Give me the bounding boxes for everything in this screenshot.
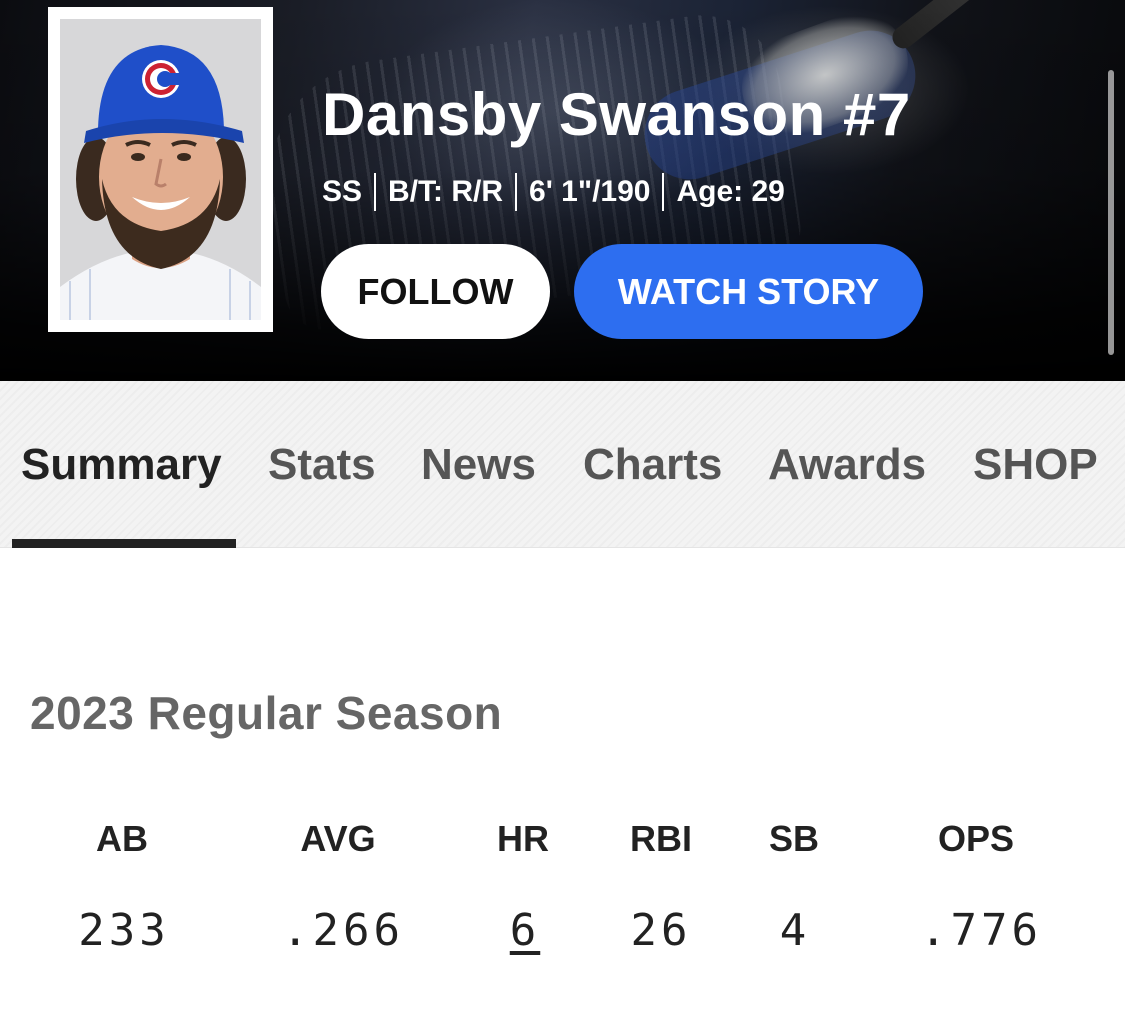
stat-value-sb: 4 <box>779 905 811 956</box>
stat-header-rbi: RBI <box>630 818 692 859</box>
player-headshot <box>60 19 261 320</box>
player-hero: Dansby Swanson #7 SS B/T: R/R 6' 1"/190 … <box>0 0 1125 381</box>
player-bats-throws: B/T: R/R <box>388 175 504 208</box>
season-title: 2023 Regular Season <box>30 687 503 739</box>
stat-header-ops: OPS <box>937 818 1015 859</box>
bio-divider <box>515 173 518 211</box>
tab-news[interactable]: News <box>421 440 536 490</box>
stat-header-sb: SB <box>768 818 820 859</box>
stat-header-ab: AB <box>96 818 148 859</box>
tab-bar: Summary Stats News Charts Awards SHOP <box>0 381 1125 548</box>
stat-value-rbi: 26 <box>630 905 692 956</box>
bio-divider <box>374 173 377 211</box>
stat-header-avg: AVG <box>300 818 376 859</box>
stat-value-ab: 233 <box>78 905 170 956</box>
stat-value-avg: .266 <box>282 905 404 956</box>
player-headshot-illustration <box>60 45 261 320</box>
stat-header-hr: HR <box>497 818 549 859</box>
scrollbar[interactable] <box>1108 70 1114 355</box>
watch-story-button[interactable]: WATCH STORY <box>574 244 923 339</box>
stat-value-ops: .776 <box>920 905 1042 956</box>
tab-stats[interactable]: Stats <box>268 440 376 490</box>
player-position: SS <box>322 175 363 208</box>
player-age: Age: 29 <box>676 175 785 208</box>
tab-charts[interactable]: Charts <box>583 440 722 490</box>
follow-button[interactable]: FOLLOW <box>321 244 550 339</box>
player-headshot-frame <box>48 7 273 332</box>
player-height-weight: 6' 1"/190 <box>529 175 651 208</box>
stat-value-hr-link[interactable]: 6 <box>510 905 541 956</box>
player-name: Dansby Swanson #7 <box>322 81 911 148</box>
bio-divider <box>662 173 665 211</box>
player-bio-line: SS B/T: R/R 6' 1"/190 Age: 29 <box>322 172 785 212</box>
tab-summary[interactable]: Summary <box>21 440 222 490</box>
active-tab-indicator <box>12 539 236 548</box>
tab-awards[interactable]: Awards <box>768 440 926 490</box>
tab-shop[interactable]: SHOP <box>973 440 1098 490</box>
